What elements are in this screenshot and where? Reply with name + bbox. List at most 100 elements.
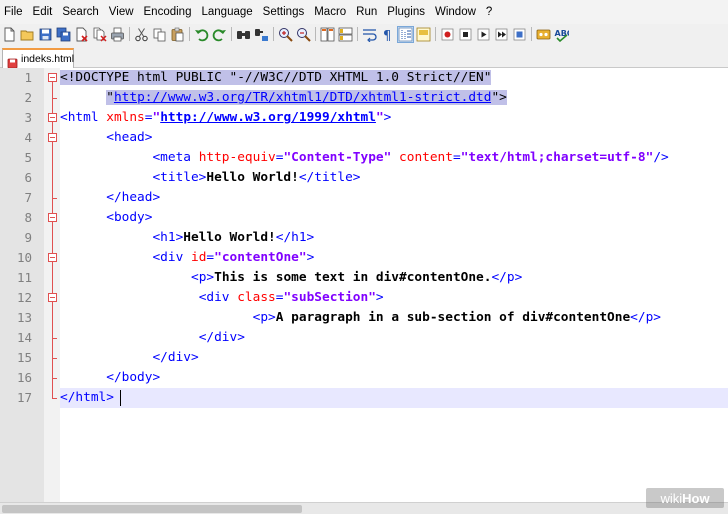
copy-icon[interactable]: [152, 27, 167, 42]
code-token: <div: [152, 250, 191, 265]
play-macro-icon[interactable]: [476, 27, 491, 42]
menu-settings[interactable]: Settings: [258, 0, 310, 24]
menu-window[interactable]: Window: [430, 0, 481, 24]
function-list-icon[interactable]: [536, 27, 551, 42]
redo-icon[interactable]: [212, 27, 227, 42]
menu-macro[interactable]: Macro: [309, 0, 351, 24]
save-macro-icon[interactable]: [512, 27, 527, 42]
fold-toggle-icon[interactable]: [48, 213, 57, 222]
show-all-chars-icon[interactable]: ¶: [380, 27, 395, 42]
record-macro-icon[interactable]: [440, 27, 455, 42]
code-line[interactable]: 1 <!DOCTYPE html PUBLIC "-//W3C//DTD XHTM…: [0, 68, 728, 88]
code-text[interactable]: </div>: [60, 348, 199, 368]
word-wrap-icon[interactable]: [362, 27, 377, 42]
code-text[interactable]: <div id="contentOne">: [60, 248, 314, 268]
code-text[interactable]: <p>A paragraph in a sub-section of div#c…: [60, 308, 661, 328]
stop-macro-icon[interactable]: [458, 27, 473, 42]
doc-map-icon[interactable]: [416, 27, 431, 42]
scrollbar-thumb[interactable]: [2, 505, 302, 513]
line-number: 1: [24, 70, 32, 85]
menu-plugins[interactable]: Plugins: [382, 0, 430, 24]
print-icon[interactable]: [110, 27, 125, 42]
spell-check-icon[interactable]: ABC: [554, 27, 569, 42]
menu-search[interactable]: Search: [57, 0, 103, 24]
close-icon[interactable]: [74, 27, 89, 42]
code-text[interactable]: <p>This is some text in div#contentOne.<…: [60, 268, 522, 288]
save-icon[interactable]: [38, 27, 53, 42]
menu-encoding[interactable]: Encoding: [139, 0, 197, 24]
code-text[interactable]: <!DOCTYPE html PUBLIC "-//W3C//DTD XHTML…: [60, 68, 492, 88]
code-text[interactable]: </body>: [60, 368, 160, 388]
menu-edit[interactable]: Edit: [28, 0, 58, 24]
sync-horizontal-icon[interactable]: [338, 27, 353, 42]
find-icon[interactable]: [236, 27, 251, 42]
fold-toggle-icon[interactable]: [48, 133, 57, 142]
code-token: content: [391, 150, 453, 165]
code-line[interactable]: 5 <meta http-equiv = "Content-Type" conten…: [0, 148, 728, 168]
code-text[interactable]: <div class="subSection">: [60, 288, 384, 308]
close-all-icon[interactable]: [92, 27, 107, 42]
code-line[interactable]: 4 <head>: [0, 128, 728, 148]
indent-guide-icon[interactable]: [397, 25, 414, 43]
replace-icon[interactable]: [254, 27, 269, 42]
code-text[interactable]: <meta http-equiv="Content-Type" content=…: [60, 148, 668, 168]
fold-line: [52, 108, 53, 113]
save-all-icon[interactable]: [56, 27, 71, 42]
code-token: </div>: [152, 350, 199, 365]
code-text[interactable]: <html xmlns="http://www.w3.org/1999/xhtm…: [60, 108, 391, 128]
code-line[interactable]: 9 <h1>Hello World!</h1>: [0, 228, 728, 248]
toolbar-separator: [273, 27, 274, 41]
code-editor[interactable]: 1 <!DOCTYPE html PUBLIC "-//W3C//DTD XHTM…: [0, 68, 728, 502]
zoom-in-icon[interactable]: [278, 27, 293, 42]
toolbar-separator: [357, 27, 358, 41]
code-text[interactable]: "http://www.w3.org/TR/xhtml1/DTD/xhtml1-…: [60, 88, 507, 108]
fold-toggle-icon[interactable]: [48, 293, 57, 302]
code-line[interactable]: 11 <p>This is some text in div#contentOn…: [0, 268, 728, 288]
code-token: <body>: [106, 210, 153, 225]
code-line[interactable]: 3 <html xmlns="http://www.w3.org/1999/xht…: [0, 108, 728, 128]
code-token: -//W3C//DTD XHTML 1.0 Strict//EN: [237, 70, 484, 85]
horizontal-scrollbar[interactable]: [0, 502, 728, 514]
zoom-out-icon[interactable]: [296, 27, 311, 42]
code-token: ">: [491, 90, 507, 105]
run-macro-multiple-icon[interactable]: [494, 27, 509, 42]
code-text[interactable]: </head>: [60, 188, 160, 208]
paste-icon[interactable]: [170, 27, 185, 42]
new-file-icon[interactable]: [2, 27, 17, 42]
menu-view[interactable]: View: [104, 0, 139, 24]
fold-toggle-icon[interactable]: [48, 113, 57, 122]
fold-toggle-icon[interactable]: [48, 73, 57, 82]
code-token: http://www.w3.org/1999/xhtml: [160, 110, 376, 125]
cut-icon[interactable]: [134, 27, 149, 42]
code-line[interactable]: 10 <div id="contentOne">: [0, 248, 728, 268]
code-line[interactable]: 17 </html>: [0, 388, 728, 408]
code-text[interactable]: <head>: [60, 128, 152, 148]
code-text[interactable]: <title>Hello World!</title>: [60, 168, 360, 188]
code-text[interactable]: <body>: [60, 208, 152, 228]
line-number: 15: [16, 350, 32, 365]
menu-file[interactable]: File: [0, 0, 28, 24]
open-file-icon[interactable]: [20, 27, 35, 42]
code-line[interactable]: 2 "http://www.w3.org/TR/xhtml1/DTD/xhtml…: [0, 88, 728, 108]
code-text[interactable]: </div>: [60, 328, 245, 348]
code-line[interactable]: 15 </div>: [0, 348, 728, 368]
fold-toggle-icon[interactable]: [48, 253, 57, 262]
undo-icon[interactable]: [194, 27, 209, 42]
tab-indeks-html[interactable]: indeks.html: [2, 48, 74, 68]
code-line[interactable]: 13 <p>A paragraph in a sub-section of di…: [0, 308, 728, 328]
code-text[interactable]: </html>: [60, 388, 114, 408]
menu-help[interactable]: ?: [481, 0, 497, 24]
code-line[interactable]: 7 </head>: [0, 188, 728, 208]
code-text[interactable]: <h1>Hello World!</h1>: [60, 228, 314, 248]
code-line[interactable]: 14 </div>: [0, 328, 728, 348]
code-line[interactable]: 6 <title>Hello World!</title>: [0, 168, 728, 188]
code-line[interactable]: 12 <div class="subSection">: [0, 288, 728, 308]
sync-vertical-icon[interactable]: [320, 27, 335, 42]
code-line[interactable]: 16 </body>: [0, 368, 728, 388]
menu-language[interactable]: Language: [196, 0, 257, 24]
code-line[interactable]: 8 <body>: [0, 208, 728, 228]
menu-run[interactable]: Run: [351, 0, 382, 24]
